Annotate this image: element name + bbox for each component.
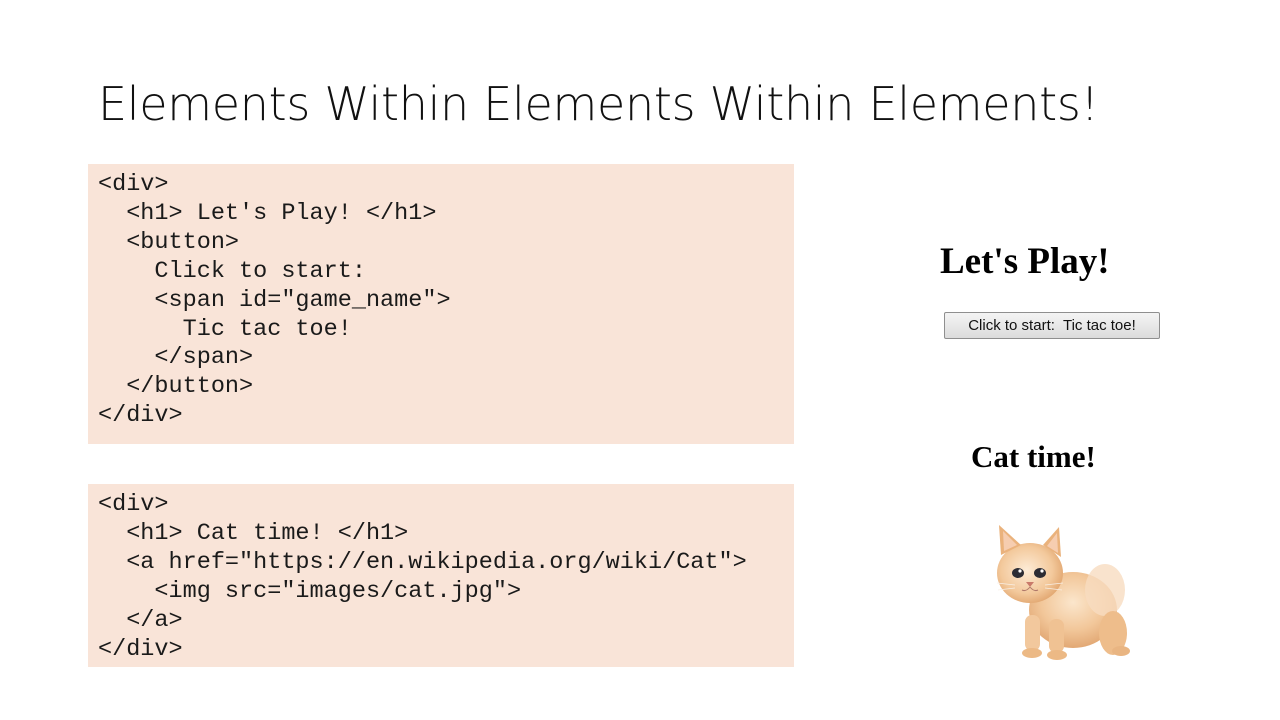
- code-line: Click to start:: [98, 257, 366, 285]
- code-line: </span>: [98, 344, 254, 372]
- code-line: <span id="game_name">: [98, 286, 451, 314]
- code-line: <h1> Cat time! </h1>: [98, 519, 409, 547]
- code-line: <h1> Let's Play! </h1>: [98, 199, 437, 227]
- code-line: Tic tac toe!: [98, 315, 352, 343]
- slide-title: Elements Within Elements Within Elements…: [98, 77, 1099, 131]
- code-block-link-example: <div> <h1> Cat time! </h1> <a href="http…: [88, 484, 794, 667]
- code-block-button-example: <div> <h1> Let's Play! </h1> <button> Cl…: [88, 164, 794, 444]
- code-line: <div>: [98, 171, 169, 198]
- kitten-image: [996, 525, 1130, 660]
- code-line: </button>: [98, 373, 254, 401]
- start-game-button[interactable]: Click to start: Tic tac toe!: [944, 312, 1160, 339]
- code-line: </div>: [98, 635, 183, 663]
- preview-heading-cat-time: Cat time!: [971, 439, 1096, 474]
- code-line: <button>: [98, 228, 240, 256]
- code-line: </div>: [98, 402, 183, 430]
- code-line: </a>: [98, 606, 183, 634]
- code-line: <img src="images/cat.jpg">: [98, 577, 522, 605]
- code-line: <div>: [98, 491, 169, 518]
- code-line: <a href="https://en.wikipedia.org/wiki/C…: [98, 548, 747, 576]
- preview-heading-lets-play: Let's Play!: [940, 241, 1110, 282]
- cat-image-link[interactable]: [985, 515, 1145, 665]
